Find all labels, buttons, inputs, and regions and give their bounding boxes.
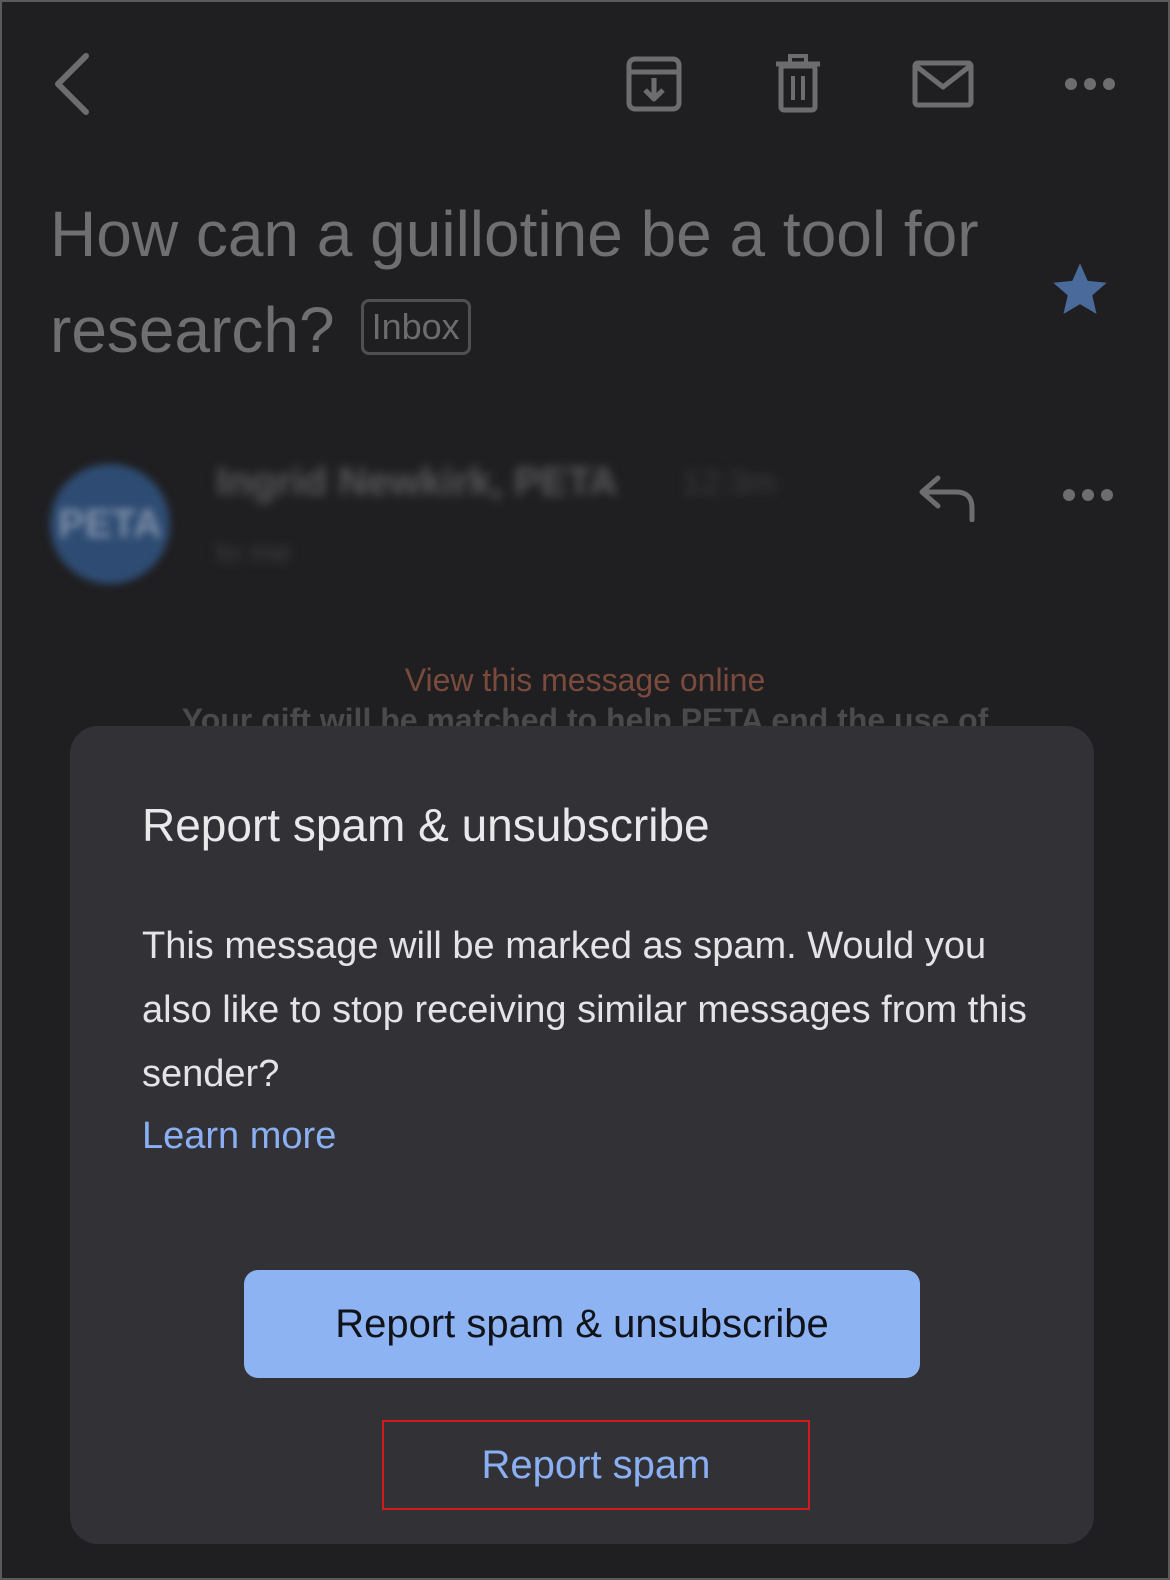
screen: How can a guillotine be a tool for resea… bbox=[0, 0, 1170, 1580]
sender-name: Ingrid Newkirk, PETA bbox=[216, 460, 618, 504]
reply-button[interactable] bbox=[918, 474, 982, 526]
dialog-message: This message will be marked as spam. Wou… bbox=[142, 925, 1027, 1095]
report-spam-button[interactable]: Report spam bbox=[382, 1420, 810, 1510]
more-horizontal-icon bbox=[1065, 78, 1115, 90]
chevron-left-icon bbox=[55, 53, 89, 115]
dialog-title: Report spam & unsubscribe bbox=[142, 799, 710, 851]
archive-icon bbox=[626, 56, 682, 112]
delete-button[interactable] bbox=[770, 52, 826, 116]
top-toolbar bbox=[2, 2, 1168, 162]
recipient-details[interactable]: to me bbox=[216, 536, 291, 570]
sender-row: PETA Ingrid Newkirk, PETA 12:3m to me bbox=[2, 452, 1168, 602]
message-more-button[interactable] bbox=[1062, 488, 1118, 512]
inbox-label-badge[interactable]: Inbox bbox=[360, 299, 471, 356]
more-horizontal-icon bbox=[1063, 489, 1113, 501]
learn-more-link[interactable]: Learn more bbox=[142, 1104, 336, 1168]
trash-icon bbox=[776, 54, 820, 113]
sent-time: 12:3m bbox=[682, 464, 777, 502]
email-subject: How can a guillotine be a tool for resea… bbox=[50, 186, 1010, 378]
archive-button[interactable] bbox=[622, 54, 686, 114]
report-spam-dialog: Report spam & unsubscribe This message w… bbox=[70, 726, 1094, 1544]
view-online-link[interactable]: View this message online bbox=[2, 662, 1168, 699]
star-icon bbox=[1053, 263, 1107, 314]
subject-text: How can a guillotine be a tool for resea… bbox=[50, 198, 979, 366]
more-options-button[interactable] bbox=[1062, 72, 1118, 96]
avatar[interactable]: PETA bbox=[50, 464, 170, 584]
back-button[interactable] bbox=[42, 50, 102, 118]
star-button[interactable] bbox=[1048, 258, 1112, 322]
mark-unread-button[interactable] bbox=[910, 58, 976, 110]
report-spam-unsubscribe-button[interactable]: Report spam & unsubscribe bbox=[244, 1270, 920, 1378]
mail-icon bbox=[912, 60, 974, 108]
reply-icon bbox=[919, 475, 975, 523]
